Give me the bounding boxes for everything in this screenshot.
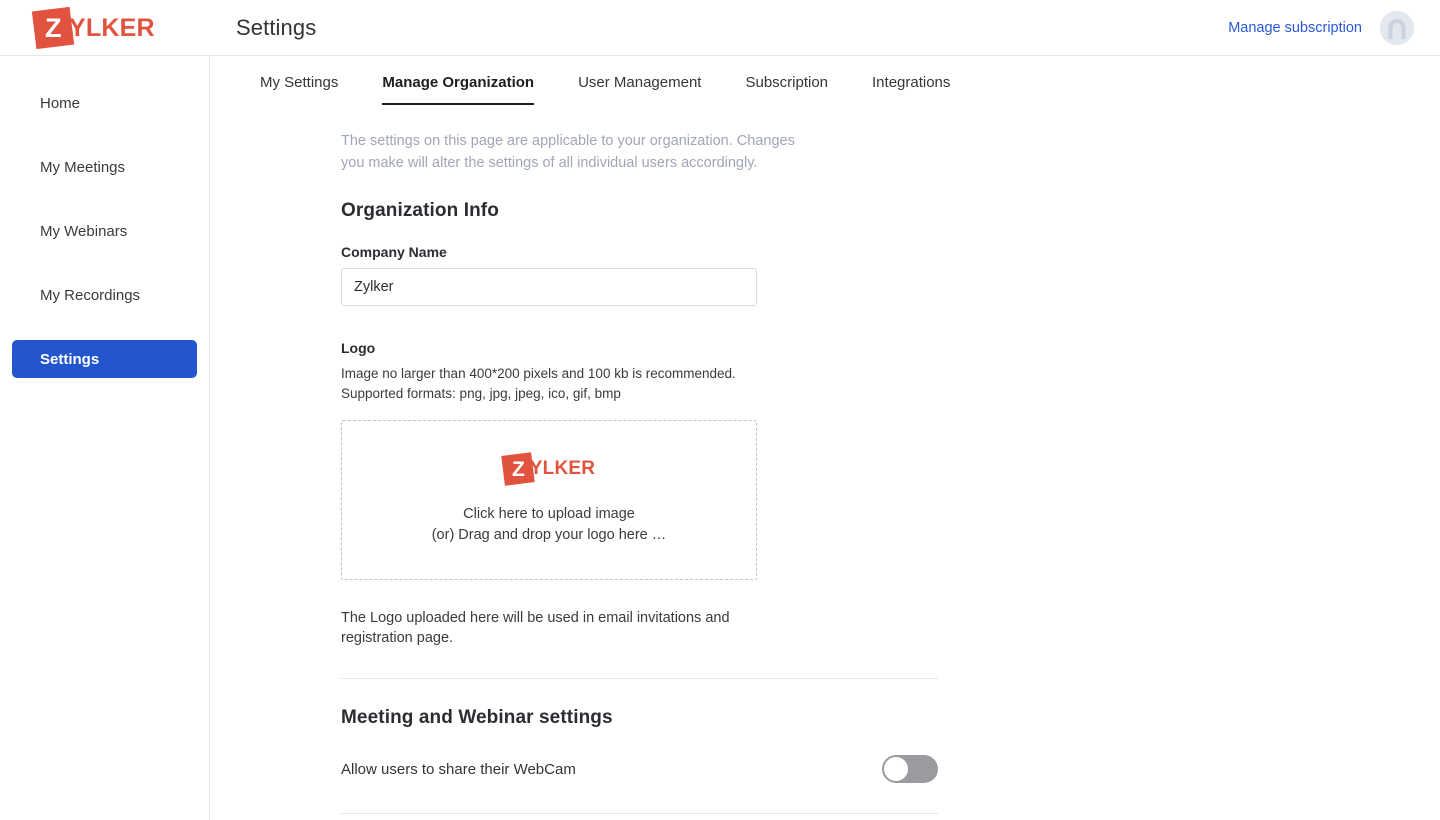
company-name-input[interactable] bbox=[341, 268, 757, 306]
sidebar: Home My Meetings My Webinars My Recordin… bbox=[0, 56, 210, 820]
webcam-setting-row: Allow users to share their WebCam bbox=[341, 755, 938, 783]
sidebar-item-settings[interactable]: Settings bbox=[12, 340, 197, 378]
tab-label: Manage Organization bbox=[382, 74, 535, 91]
top-bar-right: Manage subscription bbox=[1228, 0, 1414, 56]
dropzone-line-1: Click here to upload image bbox=[463, 506, 635, 522]
meeting-webinar-section: Meeting and Webinar settings Allow users… bbox=[341, 707, 1440, 783]
section-divider bbox=[341, 813, 938, 814]
logo-usage-note: The Logo uploaded here will be used in e… bbox=[341, 610, 730, 646]
company-name-label: Company Name bbox=[341, 244, 447, 260]
sidebar-item-label: Settings bbox=[40, 350, 100, 368]
sidebar-item-my-recordings[interactable]: My Recordings bbox=[12, 276, 197, 314]
dropzone-line-2: (or) Drag and drop your logo here … bbox=[431, 527, 667, 543]
logo-wordmark: YLKER bbox=[529, 458, 596, 479]
tab-label: Integrations bbox=[872, 74, 951, 91]
avatar[interactable] bbox=[1380, 11, 1414, 45]
sidebar-item-my-webinars[interactable]: My Webinars bbox=[12, 212, 197, 250]
brand-logo[interactable]: Z YLKER bbox=[31, 6, 155, 50]
page-title: Settings bbox=[236, 15, 317, 40]
organization-info-heading: Organization Info bbox=[341, 200, 499, 221]
zylker-logo-mark-icon: Z bbox=[501, 452, 535, 486]
sidebar-item-label: Home bbox=[40, 94, 81, 112]
section-divider bbox=[341, 678, 938, 679]
tab-bar: My Settings Manage Organization User Man… bbox=[210, 56, 1440, 110]
tab-label: User Management bbox=[578, 74, 702, 91]
sidebar-item-label: My Meetings bbox=[40, 158, 126, 176]
sidebar-item-label: My Recordings bbox=[40, 286, 141, 304]
logo-label: Logo bbox=[341, 340, 376, 356]
sidebar-item-label: My Webinars bbox=[40, 222, 128, 240]
top-bar: Z YLKER Settings Manage subscription bbox=[0, 0, 1440, 56]
tab-subscription[interactable]: Subscription bbox=[723, 74, 850, 105]
settings-content: The settings on this page are applicable… bbox=[210, 110, 1440, 820]
webcam-setting-label: Allow users to share their WebCam bbox=[341, 760, 576, 778]
sidebar-item-my-meetings[interactable]: My Meetings bbox=[12, 148, 197, 186]
sidebar-item-home[interactable]: Home bbox=[12, 84, 197, 122]
tab-manage-organization[interactable]: Manage Organization bbox=[360, 74, 556, 105]
zylker-logo-mark-icon: Z bbox=[31, 6, 75, 50]
logo-hint-line-2: Supported formats: png, jpg, jpeg, ico, … bbox=[341, 386, 621, 401]
logo-upload-dropzone[interactable]: Z YLKER Click here to upload image (or) … bbox=[341, 420, 757, 580]
page-description: The settings on this page are applicable… bbox=[341, 133, 795, 171]
tab-user-management[interactable]: User Management bbox=[556, 74, 723, 105]
logo-wordmark: YLKER bbox=[69, 13, 155, 42]
dropzone-logo-preview: Z YLKER bbox=[501, 452, 596, 486]
user-avatar-icon bbox=[1380, 11, 1414, 45]
meeting-webinar-heading: Meeting and Webinar settings bbox=[341, 707, 613, 728]
logo-mark-letter: Z bbox=[44, 12, 62, 43]
logo-hint-line-1: Image no larger than 400*200 pixels and … bbox=[341, 366, 736, 381]
app-root: Z YLKER Settings Manage subscription Hom… bbox=[0, 0, 1440, 820]
tab-label: Subscription bbox=[745, 74, 829, 91]
manage-subscription-link[interactable]: Manage subscription bbox=[1228, 20, 1362, 36]
logo-field-group: Logo Image no larger than 400*200 pixels… bbox=[341, 340, 1440, 648]
tab-integrations[interactable]: Integrations bbox=[850, 74, 972, 105]
logo-mark-letter: Z bbox=[511, 457, 525, 481]
tab-my-settings[interactable]: My Settings bbox=[238, 74, 360, 105]
toggle-knob bbox=[884, 757, 908, 781]
company-name-field-group: Company Name bbox=[341, 244, 1440, 306]
webcam-toggle[interactable] bbox=[882, 755, 938, 783]
tab-label: My Settings bbox=[260, 74, 339, 91]
